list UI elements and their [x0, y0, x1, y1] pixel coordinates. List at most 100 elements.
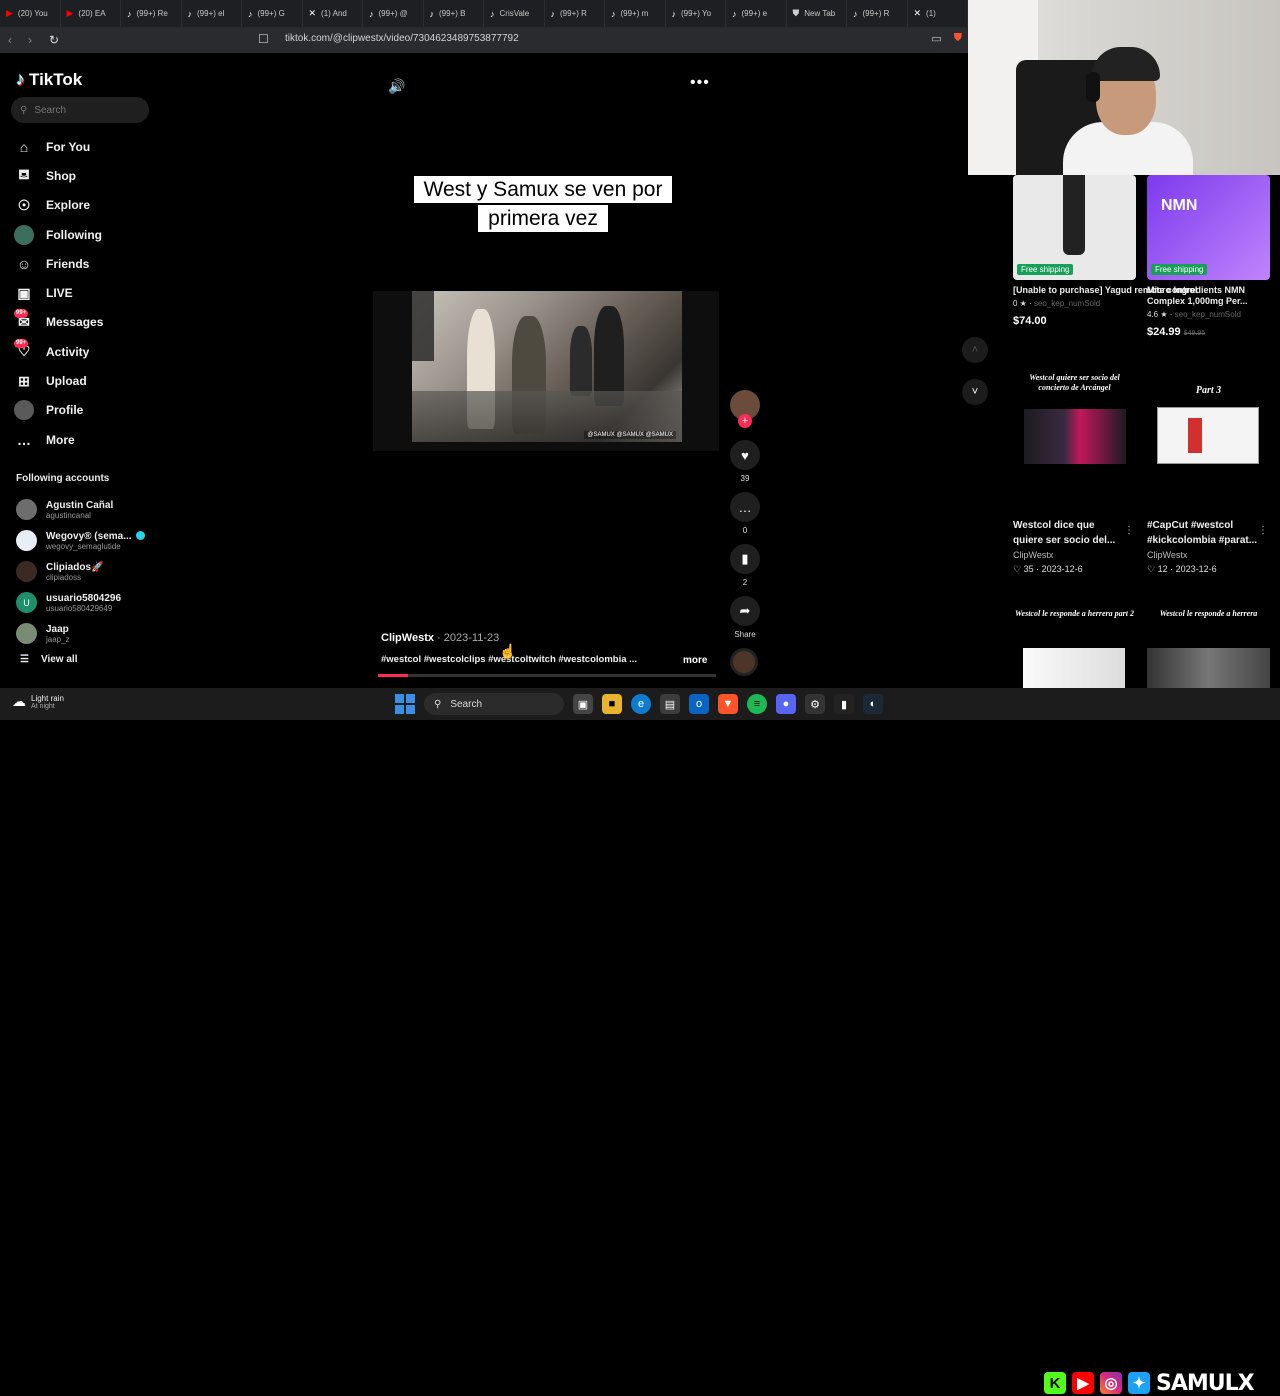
kebab-menu-icon[interactable]: ⋮ [1124, 525, 1134, 536]
store-icon[interactable]: ▤ [660, 694, 680, 714]
more-button[interactable]: more [683, 655, 707, 666]
discord-icon[interactable]: ● [776, 694, 796, 714]
product-image-text: NMN [1161, 197, 1198, 214]
comment-button[interactable]: … [730, 492, 760, 522]
tiktok-icon: ♪ [248, 8, 253, 19]
related-video-card[interactable]: Westcol le responde a herrera [1147, 603, 1270, 688]
account-text: Wegovy® (sema... wegovy_semaglutide [46, 531, 145, 551]
menu-item-following[interactable]: Following [14, 220, 103, 249]
menu-item-more[interactable]: … More [14, 425, 103, 454]
menu-item-friends[interactable]: ☺ Friends [14, 249, 103, 278]
file-explorer-icon[interactable]: ■ [602, 694, 622, 714]
video-thumbnail: Westcol le responde a herrera [1147, 603, 1270, 688]
browser-tab[interactable]: ▶ (20) You [0, 0, 61, 27]
tiktok-icon: ♪ [429, 8, 435, 19]
webcam-overlay [968, 0, 1280, 175]
video-player[interactable]: 🔊 ••• West y Samux se ven por primera ve… [162, 53, 988, 688]
bookmark-icon[interactable]: ☐ [258, 32, 269, 46]
product-card[interactable]: NMN Free shipping Micro Ingredients NMN … [1147, 175, 1280, 338]
browser-tab[interactable]: ♪ (99+) @ [363, 0, 424, 27]
progress-bar[interactable] [378, 674, 716, 677]
rating-value: 4.6 ★ [1147, 310, 1168, 319]
video-frame[interactable]: @SAMUX @SAMUX @SAMUX [373, 291, 719, 451]
browser-tab[interactable]: ♪ (99+) R [545, 0, 605, 27]
taskbar-search[interactable]: ⚲ Search [424, 693, 564, 715]
save-button[interactable]: ▮ [730, 544, 760, 574]
share-button[interactable]: ➦ [730, 596, 760, 626]
edge-icon[interactable]: e [631, 694, 651, 714]
steam-icon[interactable]: ◐ [863, 694, 883, 714]
price-value: $24.99 [1147, 326, 1181, 338]
brave-icon[interactable]: ▼ [718, 694, 738, 714]
thumbnail-title: Westcol le responde a herrera part 2 [1015, 609, 1134, 618]
following-account[interactable]: Uusuario5804296 usuario5804296​49 [16, 587, 145, 618]
browser-tab[interactable]: ♪ (99+) B [424, 0, 484, 27]
menu-item-live[interactable]: ▣ LIVE [14, 278, 103, 307]
follow-plus-icon[interactable]: + [738, 414, 752, 428]
save-count: 2 [742, 578, 748, 587]
menu-label: Shop [46, 168, 76, 183]
tab-label: New Tab [804, 9, 836, 18]
browser-tab[interactable]: ♪ (99+) e [726, 0, 787, 27]
like-button[interactable]: ♥ [730, 440, 760, 470]
browser-tab[interactable]: ♪ (99+) G [242, 0, 303, 27]
browser-tab[interactable]: ✕ (1) [908, 0, 968, 27]
related-video-user: ClipWestx [1013, 550, 1054, 560]
related-video-card[interactable]: Westcol quiere ser socio del concierto d… [1013, 367, 1136, 575]
forward-icon[interactable]: › [20, 33, 40, 47]
outlook-icon[interactable]: o [689, 694, 709, 714]
music-disc-avatar[interactable] [730, 648, 758, 676]
task-view-icon[interactable]: ▣ [573, 694, 593, 714]
reload-icon[interactable]: ↻ [44, 33, 64, 47]
menu-item-activity[interactable]: ♡ 99+ Activity [14, 337, 103, 366]
following-account[interactable]: Wegovy® (sema... wegovy_semaglutide [16, 525, 145, 556]
following-account[interactable]: Clipiados🚀 clipiadoss [16, 556, 145, 587]
browser-tab[interactable]: ♪ (99+) Yo [666, 0, 726, 27]
app-icon[interactable]: ▮ [834, 694, 854, 714]
video-thumbnail: Westcol le responde a herrera part 2 [1013, 603, 1136, 688]
spotify-icon[interactable]: ≡ [747, 694, 767, 714]
following-account[interactable]: Agustin Cañal agustincanal [16, 494, 145, 525]
cast-icon[interactable]: ▭ [931, 32, 941, 45]
menu-item-upload[interactable]: ⊞ Upload [14, 366, 103, 395]
tiktok-logo[interactable]: ♪ TikTok [16, 69, 82, 90]
volume-icon[interactable]: 🔊 [388, 78, 405, 95]
account-text: Clipiados🚀 clipiadoss [46, 562, 103, 582]
browser-tab[interactable]: ♪ (99+) R [847, 0, 908, 27]
browser-tab[interactable]: ✕ (1) And [303, 0, 363, 27]
menu-item-explore[interactable]: ☉ Explore [14, 191, 103, 220]
related-video-card[interactable]: Westcol le responde a herrera part 2 [1013, 603, 1136, 688]
menu-item-profile[interactable]: Profile [14, 396, 103, 425]
menu-item-for-you[interactable]: ⌂ For You [14, 132, 103, 161]
following-accounts-list: Agustin Cañal agustincanal Wegovy® (sema..… [16, 494, 145, 649]
browser-tab[interactable]: ♪ CrisVale [484, 0, 545, 27]
related-video-card[interactable]: Part 3 #CapCut #westcol #kickcolombia #p… [1147, 367, 1270, 575]
creator-name[interactable]: ClipWestx [381, 632, 434, 644]
menu-item-messages[interactable]: ✉ 99+ Messages [14, 308, 103, 337]
url-field[interactable]: tiktok.com/@clipwestx/video/730462348975… [285, 33, 519, 44]
view-all-button[interactable]: ☰ View all [20, 654, 77, 665]
back-icon[interactable]: ‹ [0, 33, 20, 47]
search-input[interactable]: ⚲ Search [11, 97, 149, 123]
sold-count: seo_kep_numSold [1174, 310, 1241, 319]
headphone [1086, 72, 1100, 102]
browser-tab[interactable]: ♪ (99+) m [605, 0, 666, 27]
kebab-menu-icon[interactable]: ⋮ [1258, 525, 1268, 536]
weather-widget[interactable]: ☁ Light rain At night [12, 693, 64, 710]
following-account[interactable]: Jaap jaap_z [16, 618, 145, 649]
browser-tab[interactable]: ♪ (99+) el [182, 0, 242, 27]
creator-avatar[interactable]: + [730, 390, 760, 428]
menu-item-shop[interactable]: ⛾ Shop [14, 161, 103, 190]
menu-label: For You [46, 139, 91, 154]
comment-count: 0 [742, 526, 748, 535]
search-icon: ⚲ [434, 698, 442, 710]
brave-shield-icon[interactable]: ⛊ [954, 32, 962, 45]
browser-tab[interactable]: ▶ (20) EA [61, 0, 121, 27]
windows-start-icon[interactable] [395, 694, 415, 714]
more-options-icon[interactable]: ••• [690, 74, 710, 92]
previous-video-button[interactable]: ˄ [962, 337, 988, 363]
browser-tab[interactable]: ♪ (99+) Re [121, 0, 182, 27]
browser-tab[interactable]: ⛊ New Tab [787, 0, 847, 27]
next-video-button[interactable]: ˅ [962, 379, 988, 405]
app-icon[interactable]: ⚙ [805, 694, 825, 714]
